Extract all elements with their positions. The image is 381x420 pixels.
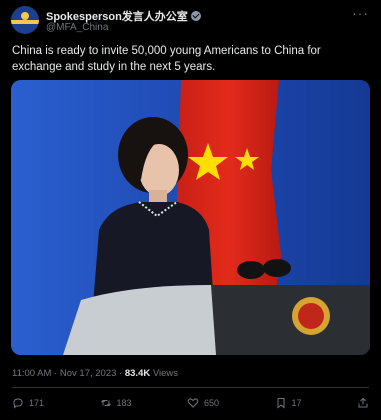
bookmark-icon [277, 398, 284, 409]
repost-count: 183 [116, 398, 132, 408]
media-photo [11, 80, 370, 355]
share-button[interactable] [357, 397, 369, 409]
tweet-date[interactable]: Nov 17, 2023 [60, 368, 117, 379]
bookmark-count: 17 [291, 398, 302, 408]
views-label: Views [152, 368, 179, 379]
meta-separator: · [54, 368, 58, 379]
tweet-media-image[interactable] [11, 80, 370, 355]
divider [12, 387, 369, 388]
reply-count: 171 [29, 398, 45, 408]
emblem-band [11, 20, 39, 24]
action-bar: 171 183 650 17 [12, 397, 369, 409]
verified-badge-icon [190, 11, 201, 21]
like-button[interactable]: 650 [187, 397, 219, 409]
tweet-meta: 11:00 AM · Nov 17, 2023 · 83.4K Views [12, 368, 178, 379]
like-count: 650 [204, 398, 220, 408]
reply-button[interactable]: 171 [12, 397, 44, 409]
repost-icon [100, 399, 111, 407]
repost-button[interactable]: 183 [100, 397, 132, 409]
share-icon [358, 397, 368, 408]
account-handle[interactable]: @MFA_China [46, 22, 108, 33]
more-options-icon[interactable]: ··· [352, 5, 369, 21]
account-avatar[interactable] [11, 6, 39, 34]
tweet-time[interactable]: 11:00 AM [12, 368, 51, 379]
reply-icon [13, 398, 23, 409]
bookmark-button[interactable]: 17 [275, 397, 302, 409]
views-count: 83.4K [124, 368, 151, 379]
tweet-text: China is ready to invite 50,000 young Am… [12, 45, 321, 73]
meta-separator: · [119, 368, 123, 379]
heart-icon [187, 398, 199, 408]
emblem-dot [21, 12, 29, 20]
